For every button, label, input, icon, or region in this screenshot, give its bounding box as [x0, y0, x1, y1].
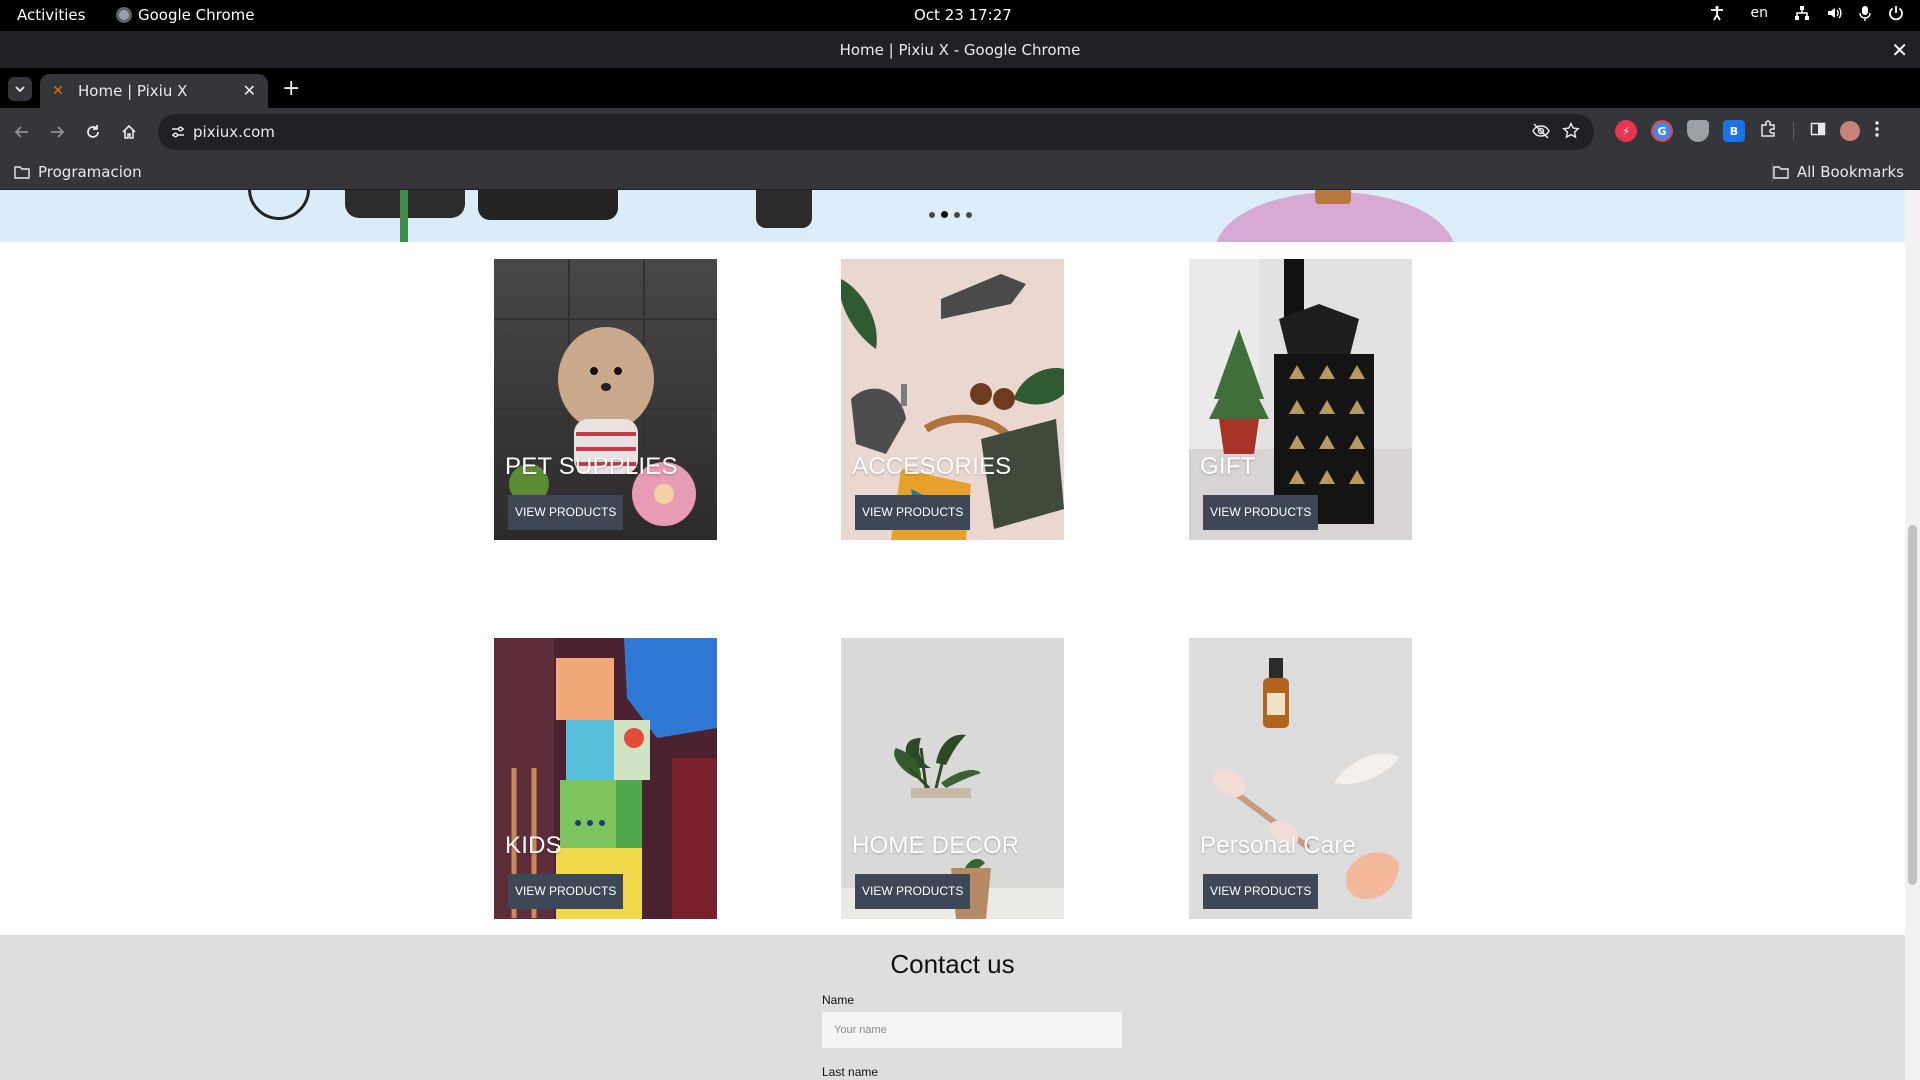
all-bookmarks-label: All Bookmarks	[1796, 163, 1904, 181]
system-top-bar: Activities Google Chrome Oct 23 17:27 en	[0, 0, 1920, 31]
menu-dots-icon[interactable]	[1874, 120, 1880, 142]
home-button[interactable]	[118, 121, 140, 143]
extensions-puzzle-icon[interactable]	[1759, 120, 1777, 142]
app-menu[interactable]: Google Chrome	[116, 6, 255, 24]
extensions-area: ⚡ G B	[1615, 120, 1880, 142]
microphone-icon[interactable]	[1858, 5, 1872, 21]
tab-strip: ✕ Home | Pixiu X ✕ +	[0, 68, 1920, 108]
carousel-dot[interactable]	[929, 211, 935, 218]
all-bookmarks-button[interactable]: All Bookmarks	[1773, 163, 1904, 181]
category-title: PET SUPPLIES	[505, 453, 678, 480]
contact-heading: Contact us	[890, 949, 1015, 979]
app-name: Google Chrome	[138, 6, 255, 24]
view-products-button[interactable]: VIEW PRODUCTS	[1203, 495, 1319, 530]
clock[interactable]: Oct 23 17:27	[914, 6, 1012, 24]
category-title: ACCESORIES	[852, 453, 1012, 480]
extension-b-icon[interactable]: B	[1723, 120, 1745, 142]
chrome-icon	[116, 7, 132, 23]
browser-toolbar: pixiux.com ⚡ G B	[0, 108, 1920, 155]
accessibility-icon[interactable]	[1709, 5, 1725, 21]
side-panel-icon[interactable]	[1810, 121, 1826, 141]
shield-icon[interactable]	[1687, 120, 1709, 142]
view-products-button[interactable]: VIEW PRODUCTS	[1203, 874, 1319, 909]
name-label: Name	[822, 993, 855, 1007]
hero-lamp-cap	[1315, 190, 1351, 204]
eye-slash-icon[interactable]	[1532, 123, 1550, 143]
bookmark-folder-programacion[interactable]: Programacion	[14, 163, 142, 181]
category-title: HOME DECOR	[852, 832, 1020, 859]
folder-icon	[14, 166, 30, 179]
window-close-icon[interactable]: ✕	[1891, 38, 1908, 62]
window-title-bar: Home | Pixiu X - Google Chrome ✕	[0, 31, 1920, 68]
page-scrollbar[interactable]	[1905, 190, 1920, 1080]
carousel-dot[interactable]	[966, 211, 972, 218]
contact-section: Contact us Name Last name	[0, 935, 1905, 1080]
category-card-home-decor[interactable]: HOME DECOR VIEW PRODUCTS	[841, 638, 1064, 919]
category-card-gift[interactable]: GIFT VIEW PRODUCTS	[1189, 259, 1412, 540]
page-viewport: PET SUPPLIES VIEW PRODUCTS ACCESORIES VI…	[0, 190, 1920, 1080]
category-card-pet-supplies[interactable]: PET SUPPLIES VIEW PRODUCTS	[494, 259, 717, 540]
arrow-left-icon	[14, 126, 28, 138]
window-title: Home | Pixiu X - Google Chrome	[839, 41, 1081, 59]
view-products-button[interactable]: VIEW PRODUCTS	[855, 495, 971, 530]
tab-home[interactable]: ✕ Home | Pixiu X ✕	[40, 74, 268, 108]
volume-icon[interactable]	[1826, 5, 1842, 21]
category-card-kids[interactable]: KIDS VIEW PRODUCTS	[494, 638, 717, 919]
category-card-accesories[interactable]: ACCESORIES VIEW PRODUCTS	[841, 259, 1064, 540]
home-icon	[122, 124, 136, 139]
category-title: KIDS	[505, 832, 562, 859]
site-settings-icon[interactable]	[170, 124, 186, 144]
bookmark-star-icon[interactable]	[1562, 121, 1580, 144]
language-indicator[interactable]: en	[1751, 5, 1769, 21]
pixiux-favicon-icon: ✕	[52, 83, 64, 99]
scrollbar-thumb[interactable]	[1908, 525, 1917, 885]
tab-title: Home | Pixiu X	[78, 82, 188, 100]
chevron-down-icon	[15, 86, 25, 93]
extension-g-icon[interactable]: G	[1651, 120, 1673, 142]
address-bar[interactable]: pixiux.com	[158, 114, 1594, 150]
bookmarks-bar: Programacion All Bookmarks	[0, 155, 1920, 190]
url-text[interactable]: pixiux.com	[193, 123, 275, 141]
carousel-dot[interactable]	[954, 211, 960, 218]
view-products-button[interactable]: VIEW PRODUCTS	[855, 874, 971, 909]
tab-search-button[interactable]	[8, 77, 32, 101]
power-icon[interactable]	[1888, 5, 1904, 21]
arrow-right-icon	[51, 126, 65, 138]
carousel-indicators	[929, 211, 972, 218]
carousel-dot-active[interactable]	[941, 211, 948, 218]
new-tab-button[interactable]: +	[282, 76, 300, 101]
forward-button[interactable]	[46, 121, 68, 143]
hero-pan-shape	[478, 190, 618, 220]
last-name-label: Last name	[822, 1065, 879, 1079]
hero-plant-stem	[400, 190, 408, 242]
hero-whisk-shape	[248, 190, 310, 220]
folder-icon	[1773, 166, 1789, 179]
extension-red-icon[interactable]: ⚡	[1615, 120, 1637, 142]
network-icon[interactable]	[1794, 5, 1810, 21]
bookmark-folder-label: Programacion	[38, 163, 142, 181]
reload-icon	[87, 125, 99, 138]
category-card-personal-care[interactable]: Personal Care VIEW PRODUCTS	[1189, 638, 1412, 919]
toolbar-separator	[1793, 122, 1794, 140]
profile-avatar[interactable]	[1840, 121, 1860, 141]
system-tray[interactable]: en	[1709, 5, 1905, 21]
category-title: GIFT	[1200, 453, 1256, 480]
hero-cup-shape	[756, 190, 812, 228]
view-products-button[interactable]: VIEW PRODUCTS	[508, 495, 624, 530]
activities-button[interactable]: Activities	[17, 6, 85, 24]
hero-carousel[interactable]	[0, 190, 1905, 242]
reload-button[interactable]	[82, 121, 104, 143]
name-input[interactable]	[822, 1012, 1122, 1048]
category-title: Personal Care	[1200, 832, 1357, 859]
view-products-button[interactable]: VIEW PRODUCTS	[508, 874, 624, 909]
tab-close-icon[interactable]: ✕	[243, 81, 256, 100]
back-button[interactable]	[11, 121, 33, 143]
